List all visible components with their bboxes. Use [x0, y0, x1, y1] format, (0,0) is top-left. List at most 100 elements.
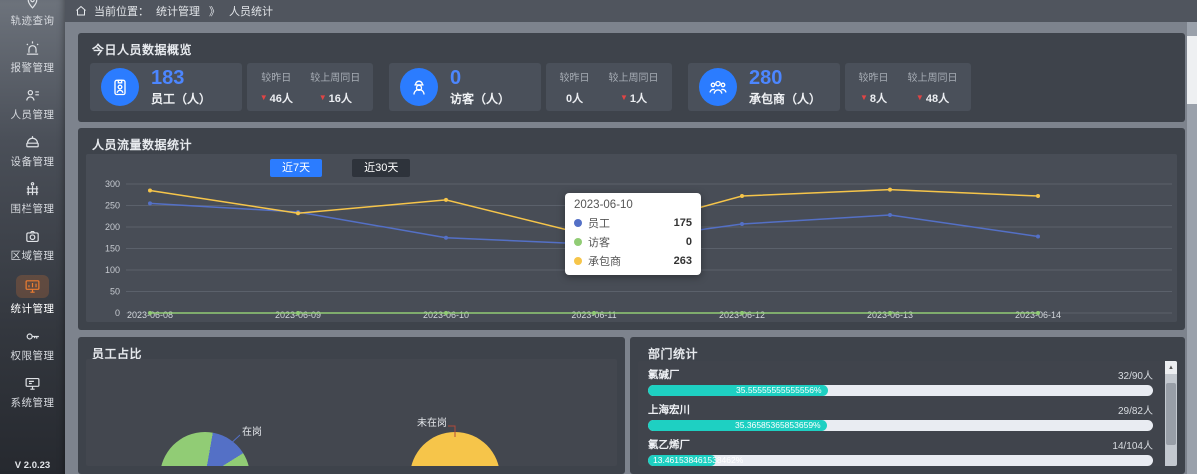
sidebar-item-alarm[interactable]: 报警管理 [11, 40, 55, 75]
employee-count: 183 [151, 68, 211, 88]
trajectory-icon [24, 0, 41, 10]
pie-callout-label: 未在岗 [417, 414, 447, 429]
overview-title: 今日人员数据概览 [92, 41, 192, 58]
dept-bar-track: 13.461538461538462% [648, 455, 1153, 466]
breadcrumb-section[interactable]: 统计管理 [156, 3, 200, 19]
flow-title: 人员流量数据统计 [92, 136, 192, 153]
svg-text:300: 300 [105, 179, 120, 189]
department-title: 部门统计 [648, 345, 698, 362]
dept-name: 氯碱厂 [648, 367, 680, 382]
visitor-label: 访客（人） [450, 90, 510, 107]
sidebar-item-statistics[interactable]: 统计管理 [11, 275, 55, 316]
sidebar-item-label: 统计管理 [11, 301, 55, 316]
visitor-icon [400, 68, 438, 106]
sidebar-item-label: 设备管理 [11, 154, 55, 169]
dept-bar-fill: 35.55555555555556% [648, 385, 828, 396]
key-icon [24, 328, 41, 345]
down-arrow-icon: ▼ [319, 94, 327, 102]
fence-icon [24, 181, 41, 198]
dept-bar-track: 35.36585365853659% [648, 420, 1153, 431]
overview-panel: 今日人员数据概览 183 员工（人） 较昨日 [78, 33, 1185, 122]
down-arrow-icon: ▼ [260, 94, 268, 102]
tooltip-series-name: 员工 [588, 215, 668, 231]
chart-tooltip: 2023-06-10 员工175 访客0 承包商263 [565, 193, 701, 275]
page-scrollbar-thumb[interactable] [1187, 36, 1197, 104]
dept-name: 上海宏川 [648, 402, 690, 417]
compare-lastweek-value: 16人 [329, 90, 352, 106]
flow-panel: 人员流量数据统计 近7天 近30天 0501001502002503002023… [78, 128, 1185, 330]
compare-lastweek-label: 较上周同日 [609, 69, 659, 84]
alarm-icon [24, 40, 41, 57]
scrollbar-thumb[interactable] [1166, 383, 1176, 445]
group-icon [699, 68, 737, 106]
dept-count: 29/82人 [1118, 402, 1153, 417]
sidebar-item-label: 人员管理 [11, 107, 55, 122]
sidebar-item-label: 报警管理 [11, 60, 55, 75]
contractor-series-dot [574, 257, 582, 265]
visitor-stat-card: 0 访客（人） [389, 63, 541, 111]
sidebar-item-permission[interactable]: 权限管理 [11, 328, 55, 363]
sidebar-item-device[interactable]: 设备管理 [11, 134, 55, 169]
tab-last30days[interactable]: 近30天 [352, 159, 410, 177]
dept-bar-percent: 35.55555555555556% [736, 385, 822, 396]
employee-label: 员工（人） [151, 90, 211, 107]
page-scrollbar[interactable] [1187, 22, 1197, 474]
area-camera-icon [24, 228, 41, 245]
employee-compare-card: 较昨日 ▼46人 较上周同日 ▼16人 [247, 63, 373, 111]
device-icon [24, 134, 41, 151]
svg-text:100: 100 [105, 265, 120, 275]
dept-count: 32/90人 [1118, 367, 1153, 382]
dept-row: 上海宏川 29/82人 35.36585365853659% [648, 402, 1153, 431]
main-content: 今日人员数据概览 183 员工（人） 较昨日 [65, 22, 1197, 474]
sidebar-item-area[interactable]: 区域管理 [11, 228, 55, 263]
breadcrumb-prefix: 当前位置： [94, 3, 149, 19]
contractor-compare-card: 较昨日 ▼8人 较上周同日 ▼48人 [845, 63, 971, 111]
sidebar-item-personnel[interactable]: 人员管理 [11, 87, 55, 122]
visitor-count: 0 [450, 68, 510, 88]
contractor-count: 280 [749, 68, 821, 88]
pie-callout-lines [86, 359, 617, 466]
person-list-icon [24, 87, 41, 104]
dept-bar-track: 35.55555555555556% [648, 385, 1153, 396]
svg-text:200: 200 [105, 222, 120, 232]
flow-chart-box: 近7天 近30天 0501001502002503002023-06-08202… [86, 154, 1177, 322]
department-scrollbar[interactable]: ▲ [1165, 361, 1177, 466]
visitor-series-dot [574, 238, 582, 246]
tooltip-series-value: 0 [686, 236, 692, 248]
sidebar-item-fence[interactable]: 围栏管理 [11, 181, 55, 216]
system-icon [24, 375, 41, 392]
dept-count: 14/104人 [1112, 437, 1153, 452]
svg-text:50: 50 [110, 287, 120, 297]
employee-ratio-chart: 在岗 未在岗 [86, 359, 617, 466]
pie-callout-label: 在岗 [242, 423, 262, 438]
sidebar-item-system[interactable]: 系统管理 [11, 375, 55, 410]
dept-bar-fill: 13.461538461538462% [648, 455, 716, 466]
sidebar-item-label: 权限管理 [11, 348, 55, 363]
compare-lastweek-value: 1人 [630, 90, 647, 106]
compare-lastweek-label: 较上周同日 [310, 69, 360, 84]
breadcrumb-separator: 》 [209, 3, 220, 19]
breadcrumb: 当前位置： 统计管理 》 人员统计 [65, 0, 1197, 22]
sidebar-item-trajectory[interactable]: 轨迹查询 [11, 0, 55, 28]
dept-bar-fill: 35.36585365853659% [648, 420, 827, 431]
svg-text:250: 250 [105, 201, 120, 211]
badge-icon [101, 68, 139, 106]
down-arrow-icon: ▼ [860, 94, 868, 102]
home-icon[interactable] [75, 5, 87, 17]
scroll-up-icon[interactable]: ▲ [1165, 361, 1177, 374]
sidebar: 轨迹查询 报警管理 人员管理 设备管理 围栏管理 [0, 0, 65, 474]
breadcrumb-current: 人员统计 [229, 3, 273, 19]
dept-row: 氯乙烯厂 14/104人 13.461538461538462% [648, 437, 1153, 466]
employee-card-group: 183 员工（人） 较昨日 ▼46人 较上周同日 ▼16人 [90, 63, 373, 111]
tooltip-series-value: 263 [674, 255, 692, 267]
compare-yesterday-value: 0人 [566, 90, 583, 106]
employee-series-dot [574, 219, 582, 227]
tab-last7days[interactable]: 近7天 [270, 159, 322, 177]
department-panel: 部门统计 氯碱厂 32/90人 35.55555555555556% [630, 337, 1185, 474]
employee-ratio-panel: 员工占比 在岗 未在岗 [78, 337, 625, 474]
visitor-compare-card: 较昨日 0人 较上周同日 ▼1人 [546, 63, 672, 111]
statistics-icon [16, 275, 49, 298]
dept-bar-percent: 35.36585365853659% [735, 420, 821, 431]
dept-name: 氯乙烯厂 [648, 437, 690, 452]
compare-lastweek-label: 较上周同日 [908, 69, 958, 84]
